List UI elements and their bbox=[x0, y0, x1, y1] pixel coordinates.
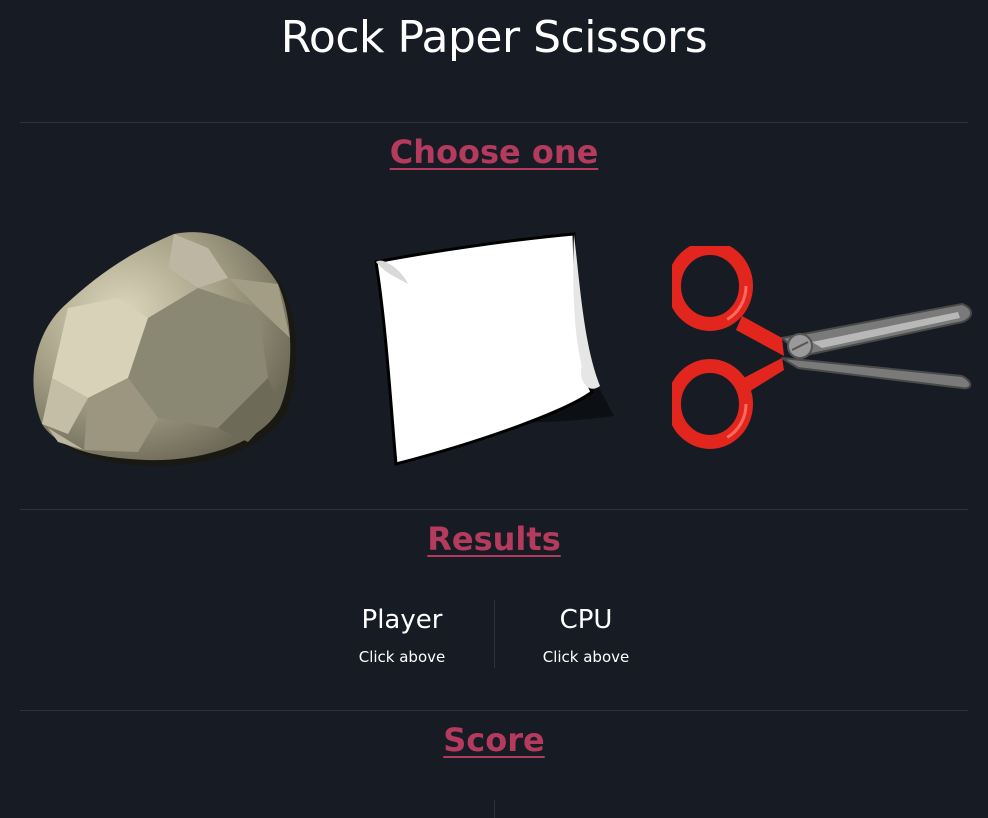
paper-icon bbox=[374, 232, 614, 466]
player-choice-text: Click above bbox=[358, 648, 446, 666]
choose-heading: Choose one bbox=[0, 133, 988, 171]
results-heading: Results bbox=[0, 520, 988, 558]
player-result: Player Click above bbox=[312, 605, 492, 667]
divider bbox=[20, 710, 968, 711]
results-heading-link[interactable]: Results bbox=[427, 520, 560, 558]
rock-choice-button[interactable] bbox=[28, 228, 300, 472]
results-separator bbox=[494, 600, 495, 668]
cpu-choice-text: Click above bbox=[542, 648, 630, 666]
score-heading-link[interactable]: Score bbox=[443, 721, 544, 759]
cpu-result: CPU Click above bbox=[496, 605, 676, 667]
divider bbox=[20, 509, 968, 510]
divider bbox=[20, 122, 968, 123]
choose-heading-link[interactable]: Choose one bbox=[390, 133, 599, 171]
page-title: Rock Paper Scissors bbox=[280, 12, 708, 63]
player-label: Player bbox=[361, 605, 443, 635]
cpu-label: CPU bbox=[559, 605, 613, 635]
rock-icon bbox=[33, 232, 297, 467]
scissors-choice-button[interactable] bbox=[672, 246, 974, 450]
paper-choice-button[interactable] bbox=[368, 226, 618, 470]
score-separator bbox=[494, 800, 495, 818]
score-heading: Score bbox=[0, 721, 988, 759]
scissors-icon bbox=[672, 246, 972, 449]
